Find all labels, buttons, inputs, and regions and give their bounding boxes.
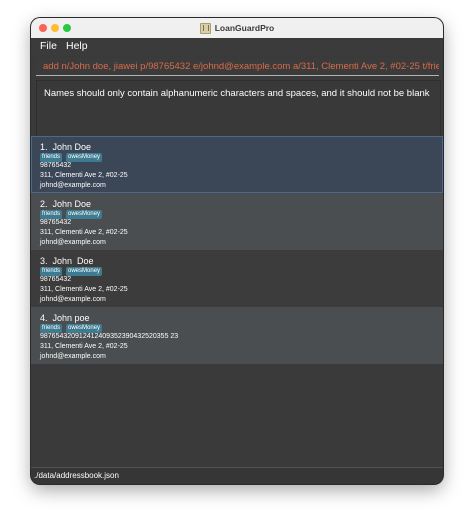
person-address: 311, Clementi Ave 2, #02-25 xyxy=(40,172,128,179)
tag-group: friends owesMoney xyxy=(40,267,106,276)
title-bar: LoanGuardPro xyxy=(31,18,443,39)
person-address: 311, Clementi Ave 2, #02-25 xyxy=(40,343,128,350)
tag-badge: friends xyxy=(40,267,63,276)
list-empty-area xyxy=(31,367,443,467)
person-address: 311, Clementi Ave 2, #02-25 xyxy=(40,286,128,293)
tag-group: friends owesMoney xyxy=(40,153,106,162)
command-input-text: add n/John doe, jiawei p/98765432 e/john… xyxy=(43,61,439,72)
menu-bar: File Help xyxy=(31,38,443,55)
tag-badge: friends xyxy=(40,210,63,219)
window-title: LoanGuardPro xyxy=(214,23,275,33)
person-name: 4. John poe xyxy=(40,313,90,323)
person-card[interactable]: 1. John Doe friends owesMoney 98765432 3… xyxy=(31,136,443,193)
result-message: Names should only contain alphanumeric c… xyxy=(44,88,430,99)
person-name: 2. John Doe xyxy=(40,199,92,209)
window-title-group: LoanGuardPro xyxy=(31,18,443,38)
person-email: johnd@example.com xyxy=(40,296,106,303)
app-icon xyxy=(199,22,211,34)
app-window: LoanGuardPro File Help add n/John doe, j… xyxy=(31,18,443,484)
status-bar: ./data/addressbook.json xyxy=(31,467,443,484)
menu-help[interactable]: Help xyxy=(66,40,88,52)
person-email: johnd@example.com xyxy=(40,182,106,189)
person-phone: 98765432 xyxy=(40,162,72,169)
tag-badge: friends xyxy=(40,153,63,162)
person-phone: 98765432 xyxy=(40,219,72,226)
person-phone: 98765432 xyxy=(40,276,72,283)
tag-badge: owesMoney xyxy=(66,153,103,162)
person-card[interactable]: 4. John poe friends owesMoney 9876543209… xyxy=(31,307,443,364)
person-card[interactable]: 3. John Doe friends owesMoney 98765432 3… xyxy=(31,250,443,307)
tag-badge: owesMoney xyxy=(66,324,103,333)
tag-badge: owesMoney xyxy=(66,267,103,276)
person-email: johnd@example.com xyxy=(40,239,106,246)
person-name: 1. John Doe xyxy=(40,142,92,152)
person-email: johnd@example.com xyxy=(40,353,106,360)
tag-group: friends owesMoney xyxy=(40,210,106,219)
person-card[interactable]: 2. John Doe friends owesMoney 98765432 3… xyxy=(31,193,443,250)
tag-group: friends owesMoney xyxy=(40,324,106,333)
person-phone: 987654320912412409352390432520355 23 xyxy=(40,333,179,340)
menu-file[interactable]: File xyxy=(40,40,57,52)
person-address: 311, Clementi Ave 2, #02-25 xyxy=(40,229,128,236)
command-input[interactable]: add n/John doe, jiawei p/98765432 e/john… xyxy=(36,58,439,76)
result-display: Names should only contain alphanumeric c… xyxy=(36,80,441,138)
tag-badge: owesMoney xyxy=(66,210,103,219)
data-file-path: ./data/addressbook.json xyxy=(34,471,119,480)
tag-badge: friends xyxy=(40,324,63,333)
person-name: 3. John Doe xyxy=(40,256,94,266)
